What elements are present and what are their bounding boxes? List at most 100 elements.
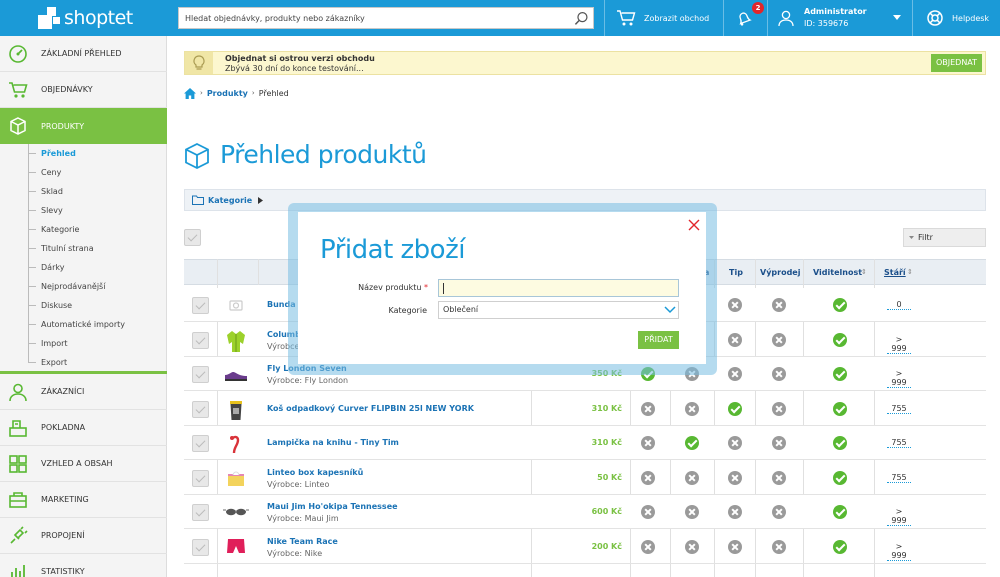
cross-icon[interactable] — [772, 436, 786, 450]
sidebar-item-dashboard[interactable]: ZÁKLADNÍ PŘEHLED — [0, 36, 167, 72]
sidebar-item-customers[interactable]: ZÁKAZNÍCI — [0, 374, 167, 410]
close-icon[interactable] — [687, 218, 701, 232]
add-button[interactable]: PŘIDAT — [638, 331, 679, 349]
sort-icon[interactable]: ⇕ — [907, 268, 913, 276]
check-icon[interactable] — [685, 436, 699, 450]
sidebar-item-products[interactable]: PRODUKTY — [0, 108, 167, 144]
sidebar-item-register[interactable]: POKLADNA — [0, 410, 167, 446]
row-checkbox[interactable] — [192, 469, 209, 487]
product-thumbnail[interactable] — [222, 395, 250, 423]
cross-icon[interactable] — [728, 298, 742, 312]
search-icon[interactable] — [574, 11, 589, 26]
product-thumbnail[interactable] — [222, 533, 250, 561]
check-icon[interactable] — [833, 298, 847, 312]
order-button[interactable]: OBJEDNAT — [931, 54, 982, 72]
product-name-link[interactable]: Maui Jim Ho'okipa Tennessee — [267, 502, 398, 511]
product-thumbnail[interactable] — [222, 360, 250, 388]
notifications-button[interactable] — [735, 0, 753, 36]
check-icon[interactable] — [833, 401, 847, 416]
subitem-homepage[interactable]: Titulní strana — [0, 239, 167, 258]
sidebar-item-orders[interactable]: OBJEDNÁVKY — [0, 72, 167, 108]
chevron-down-icon[interactable] — [893, 15, 901, 21]
cross-icon[interactable] — [728, 505, 742, 519]
helpdesk-button[interactable]: Helpdesk — [926, 0, 989, 36]
sort-icon[interactable]: ⇕ — [861, 268, 867, 276]
sidebar-item-statistics[interactable]: STATISTIKY — [0, 554, 167, 577]
cross-icon[interactable] — [772, 332, 786, 347]
product-thumbnail[interactable] — [222, 429, 250, 457]
cross-icon[interactable] — [772, 401, 786, 416]
subitem-overview[interactable]: Přehled — [0, 144, 167, 163]
user-menu[interactable]: Administrator ID: 359676 — [777, 0, 867, 36]
cross-icon[interactable] — [728, 539, 742, 554]
product-name-link[interactable]: Koš odpadkový Curver FLIPBIN 25l NEW YOR… — [267, 404, 474, 413]
subitem-bestsellers[interactable]: Nejprodávanější — [0, 277, 167, 296]
check-icon[interactable] — [833, 539, 847, 554]
search-input[interactable] — [179, 8, 559, 28]
cross-icon[interactable] — [685, 401, 699, 416]
col-header-tip[interactable]: Tip — [729, 268, 743, 277]
subitem-prices[interactable]: Ceny — [0, 163, 167, 182]
subitem-gifts[interactable]: Dárky — [0, 258, 167, 277]
cross-icon[interactable] — [641, 470, 655, 485]
cross-icon[interactable] — [685, 470, 699, 485]
row-checkbox[interactable] — [192, 504, 209, 521]
category-select[interactable]: Oblečení — [438, 301, 679, 319]
cross-icon[interactable] — [728, 436, 742, 450]
row-checkbox[interactable] — [192, 297, 209, 314]
product-thumbnail[interactable] — [222, 291, 250, 319]
cross-icon[interactable] — [685, 505, 699, 519]
breadcrumb-link[interactable]: Produkty — [207, 89, 248, 98]
cross-icon[interactable] — [641, 436, 655, 450]
product-name-link[interactable]: Lampička na knihu - Tiny Tim — [267, 438, 399, 447]
check-icon[interactable] — [833, 470, 847, 485]
row-checkbox[interactable] — [192, 331, 209, 349]
subitem-auto-imports[interactable]: Automatické importy — [0, 315, 167, 334]
cross-icon[interactable] — [685, 539, 699, 554]
subitem-import[interactable]: Import — [0, 334, 167, 353]
cross-icon[interactable] — [772, 539, 786, 554]
check-icon[interactable] — [728, 401, 742, 416]
col-header-visibility[interactable]: Viditelnost — [813, 268, 862, 277]
product-name-link[interactable]: Nike Team Race — [267, 537, 338, 546]
chevron-down-icon[interactable] — [664, 306, 676, 314]
cross-icon[interactable] — [641, 401, 655, 416]
product-name-input[interactable] — [438, 279, 679, 297]
bulk-select-checkbox[interactable] — [184, 229, 201, 246]
product-thumbnail[interactable] — [222, 326, 250, 354]
subitem-discussion[interactable]: Diskuse — [0, 296, 167, 315]
check-icon[interactable] — [833, 436, 847, 450]
check-icon[interactable] — [833, 367, 847, 381]
cross-icon[interactable] — [772, 505, 786, 519]
cross-icon[interactable] — [772, 298, 786, 312]
subitem-categories[interactable]: Kategorie — [0, 220, 167, 239]
row-checkbox[interactable] — [192, 435, 209, 452]
cross-icon[interactable] — [641, 505, 655, 519]
col-header-age[interactable]: Stáří — [884, 268, 906, 277]
show-shop-button[interactable]: Zobrazit obchod — [616, 0, 709, 36]
cross-icon[interactable] — [728, 367, 742, 381]
check-icon[interactable] — [833, 332, 847, 347]
product-name-link[interactable]: Linteo box kapesníků — [267, 468, 363, 477]
sidebar-item-design[interactable]: VZHLED A OBSAH — [0, 446, 167, 482]
row-checkbox[interactable] — [192, 366, 209, 383]
product-thumbnail[interactable] — [222, 464, 250, 492]
cross-icon[interactable] — [772, 367, 786, 381]
cross-icon[interactable] — [728, 470, 742, 485]
home-icon[interactable] — [184, 87, 196, 99]
cross-icon[interactable] — [772, 470, 786, 485]
col-header-sale[interactable]: Výprodej — [760, 268, 800, 277]
subitem-stock[interactable]: Sklad — [0, 182, 167, 201]
subitem-export[interactable]: Export — [0, 353, 167, 372]
cross-icon[interactable] — [641, 539, 655, 554]
product-thumbnail[interactable] — [222, 498, 250, 526]
row-checkbox[interactable] — [192, 400, 209, 418]
sidebar-item-marketing[interactable]: MARKETING — [0, 482, 167, 518]
cross-icon[interactable] — [728, 332, 742, 347]
check-icon[interactable] — [833, 505, 847, 519]
row-checkbox[interactable] — [192, 538, 209, 556]
logo[interactable]: shoptet — [0, 0, 167, 36]
subitem-discounts[interactable]: Slevy — [0, 201, 167, 220]
filter-button[interactable]: Filtr — [903, 228, 986, 247]
sidebar-item-integrations[interactable]: PROPOJENÍ — [0, 518, 167, 554]
